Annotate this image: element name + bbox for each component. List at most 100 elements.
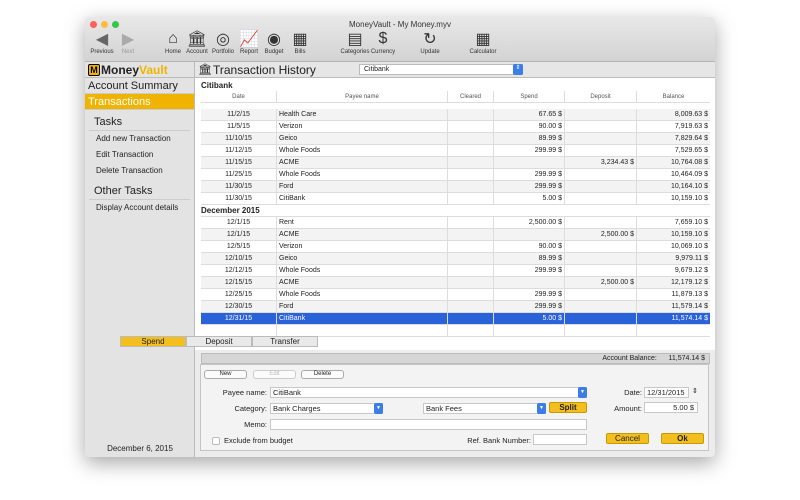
table-row[interactable]: 12/31/15 CitiBank 5.00 $ 11,574.14 $ bbox=[201, 313, 710, 325]
subcategory-value: Bank Fees bbox=[426, 404, 462, 413]
cell-payee-name[interactable]: Payee name bbox=[277, 91, 448, 103]
cell-date[interactable]: Date bbox=[201, 91, 277, 103]
toolbar-calculator-button[interactable]: ▦ Calculator bbox=[466, 29, 500, 55]
delete-transaction-link[interactable]: Delete Transaction bbox=[85, 163, 194, 179]
cell-deposit[interactable]: Deposit bbox=[565, 91, 637, 103]
cell-date: 12/30/15 bbox=[201, 301, 277, 313]
tab-transfer[interactable]: Transfer bbox=[252, 336, 318, 347]
new-button[interactable]: New bbox=[204, 370, 247, 379]
cell-balance: 8,009.63 $ bbox=[674, 111, 708, 118]
cell-cleared[interactable]: Cleared bbox=[448, 91, 494, 103]
toolbar-next-button[interactable]: ▶ Next bbox=[111, 29, 145, 55]
category-select[interactable]: Bank Charges ▼ bbox=[270, 403, 383, 414]
cell-cleared bbox=[448, 181, 494, 193]
date-label: Date: bbox=[624, 388, 642, 397]
payee-combo[interactable]: CitiBank ▼ bbox=[270, 387, 587, 398]
delete-button[interactable]: Delete bbox=[301, 370, 344, 379]
balance-label: Account Balance: bbox=[602, 355, 657, 362]
cancel-button[interactable]: Cancel bbox=[606, 433, 649, 444]
chevron-down-icon[interactable]: ▼ bbox=[578, 387, 587, 398]
form-tabs: Spend Deposit Transfer bbox=[120, 336, 318, 347]
edit-transaction-link[interactable]: Edit Transaction bbox=[85, 147, 194, 163]
toolbar-currency-button[interactable]: $ Currency bbox=[366, 29, 400, 55]
tab-spend[interactable]: Spend bbox=[120, 336, 186, 347]
toolbar-label: Next bbox=[121, 49, 135, 55]
balance-value: 11,574.14 $ bbox=[668, 355, 705, 362]
table-row[interactable]: 12/1/15 Rent 2,500.00 $ 7,659.10 $ bbox=[201, 217, 710, 229]
date-input[interactable]: 12/31/2015 bbox=[644, 387, 689, 398]
toolbar-update-button[interactable]: ↻ Update bbox=[413, 29, 447, 55]
cell-payee-name: Geico bbox=[277, 133, 448, 145]
cell-cleared bbox=[448, 289, 494, 301]
amount-input[interactable]: 5.00 $ bbox=[644, 402, 698, 413]
table-row[interactable]: 12/10/15 Geico 89.99 $ 9,979.11 $ bbox=[201, 253, 710, 265]
cell-spend[interactable]: Spend bbox=[494, 91, 565, 103]
chevron-down-icon[interactable]: ▼ bbox=[537, 403, 546, 414]
transaction-table: Citibank Date Payee name Cleared Spend Depos… bbox=[195, 78, 715, 364]
table-row[interactable]: 12/12/15 Whole Foods 299.99 $ 9,679.12 $ bbox=[201, 265, 710, 277]
table-row[interactable]: 11/2/15 Health Care 67.65 $ 8,009.63 $ bbox=[201, 109, 710, 121]
cell-date: 11/25/15 bbox=[201, 169, 277, 181]
table-row[interactable]: 11/30/15 Ford 299.99 $ 10,164.10 $ bbox=[201, 181, 710, 193]
edit-button[interactable]: Edit bbox=[253, 370, 296, 379]
memo-input[interactable] bbox=[270, 419, 587, 430]
split-button[interactable]: Split bbox=[549, 402, 587, 413]
subcategory-select[interactable]: Bank Fees ▼ bbox=[423, 403, 546, 414]
exclude-budget-label: Exclude from budget bbox=[224, 436, 293, 445]
ref-bank-input[interactable] bbox=[533, 434, 587, 445]
cell-balance[interactable]: Balance bbox=[637, 91, 710, 103]
ref-bank-label: Ref. Bank Number: bbox=[467, 436, 531, 445]
sidebar: M Money Vault Account Summary Transactions… bbox=[85, 62, 195, 457]
toolbar-bills-button[interactable]: ▦ Bills bbox=[283, 29, 317, 55]
account-select-value: Citibank bbox=[364, 66, 390, 73]
cell-spend bbox=[494, 157, 565, 169]
logo-text: Money bbox=[101, 62, 140, 77]
cell-date: 11/30/15 bbox=[201, 193, 277, 205]
cell-spend: 299.99 $ bbox=[494, 265, 565, 277]
sidebar-item-transactions[interactable]: Transactions bbox=[85, 94, 194, 110]
payee-value: CitiBank bbox=[273, 388, 301, 397]
next-icon: ▶ bbox=[121, 31, 135, 48]
exclude-budget-checkbox[interactable] bbox=[212, 437, 220, 445]
cell-date: 11/12/15 bbox=[201, 145, 277, 157]
account-balance-bar: Account Balance: 11,574.14 $ bbox=[201, 353, 710, 364]
cell-deposit bbox=[565, 265, 637, 277]
titlebar: MoneyVault - My Money.myv ◀ Previous ▶ Next… bbox=[85, 17, 715, 62]
table-row[interactable]: 11/30/15 CitiBank 5.00 $ 10,159.10 $ bbox=[201, 193, 710, 205]
table-row[interactable]: 11/25/15 Whole Foods 299.99 $ 10,464.09 $ bbox=[201, 169, 710, 181]
cell-spend: 89.99 $ bbox=[494, 253, 565, 265]
add-transaction-link[interactable]: Add new Transaction bbox=[85, 131, 194, 147]
cell-cleared bbox=[448, 265, 494, 277]
cell-payee-name: CitiBank bbox=[277, 313, 448, 325]
date-stepper[interactable]: ⇕ bbox=[692, 387, 698, 395]
table-row[interactable]: 12/25/15 Whole Foods 299.99 $ 11,879.13 $ bbox=[201, 289, 710, 301]
cell-payee-name: Ford bbox=[277, 181, 448, 193]
account-select[interactable]: Citibank ⇕ bbox=[359, 64, 523, 75]
cell-spend: 299.99 $ bbox=[494, 169, 565, 181]
table-row[interactable]: 12/15/15 ACME 2,500.00 $ 12,179.12 $ bbox=[201, 277, 710, 289]
table-row[interactable]: 11/15/15 ACME 3,234.43 $ 10,764.08 $ bbox=[201, 157, 710, 169]
cell-balance: 11,879.13 $ bbox=[671, 291, 708, 298]
table-row[interactable]: 11/5/15 Verizon 90.00 $ 7,919.63 $ bbox=[201, 121, 710, 133]
other-tasks-heading: Other Tasks bbox=[89, 179, 190, 200]
cell-date: 11/2/15 bbox=[201, 109, 277, 121]
toolbar-label: Currency bbox=[370, 49, 396, 55]
table-row[interactable]: 12/5/15 Verizon 90.00 $ 10,069.10 $ bbox=[201, 241, 710, 253]
cell-date: 11/30/15 bbox=[201, 181, 277, 193]
table-row[interactable]: 11/12/15 Whole Foods 299.99 $ 7,529.65 $ bbox=[201, 145, 710, 157]
cell-date: 12/12/15 bbox=[201, 265, 277, 277]
table-row[interactable]: 12/1/15 ACME 2,500.00 $ 10,159.10 $ bbox=[201, 229, 710, 241]
display-account-details-link[interactable]: Display Account details bbox=[85, 200, 194, 216]
cell-deposit bbox=[565, 169, 637, 181]
cell-balance: 10,164.10 $ bbox=[671, 183, 708, 190]
table-row[interactable]: 12/30/15 Ford 299.99 $ 11,579.14 $ bbox=[201, 301, 710, 313]
tab-deposit[interactable]: Deposit bbox=[186, 336, 252, 347]
cell-balance: 10,069.10 $ bbox=[671, 243, 708, 250]
table-row[interactable]: 11/10/15 Geico 89.99 $ 7,829.64 $ bbox=[201, 133, 710, 145]
cell-date: 11/5/15 bbox=[201, 121, 277, 133]
ok-button[interactable]: Ok bbox=[661, 433, 704, 444]
chevron-down-icon[interactable]: ▼ bbox=[374, 403, 383, 414]
chevron-updown-icon: ⇕ bbox=[513, 64, 523, 75]
sidebar-item-account-summary[interactable]: Account Summary bbox=[85, 78, 194, 94]
cell-spend: 5.00 $ bbox=[494, 193, 565, 205]
